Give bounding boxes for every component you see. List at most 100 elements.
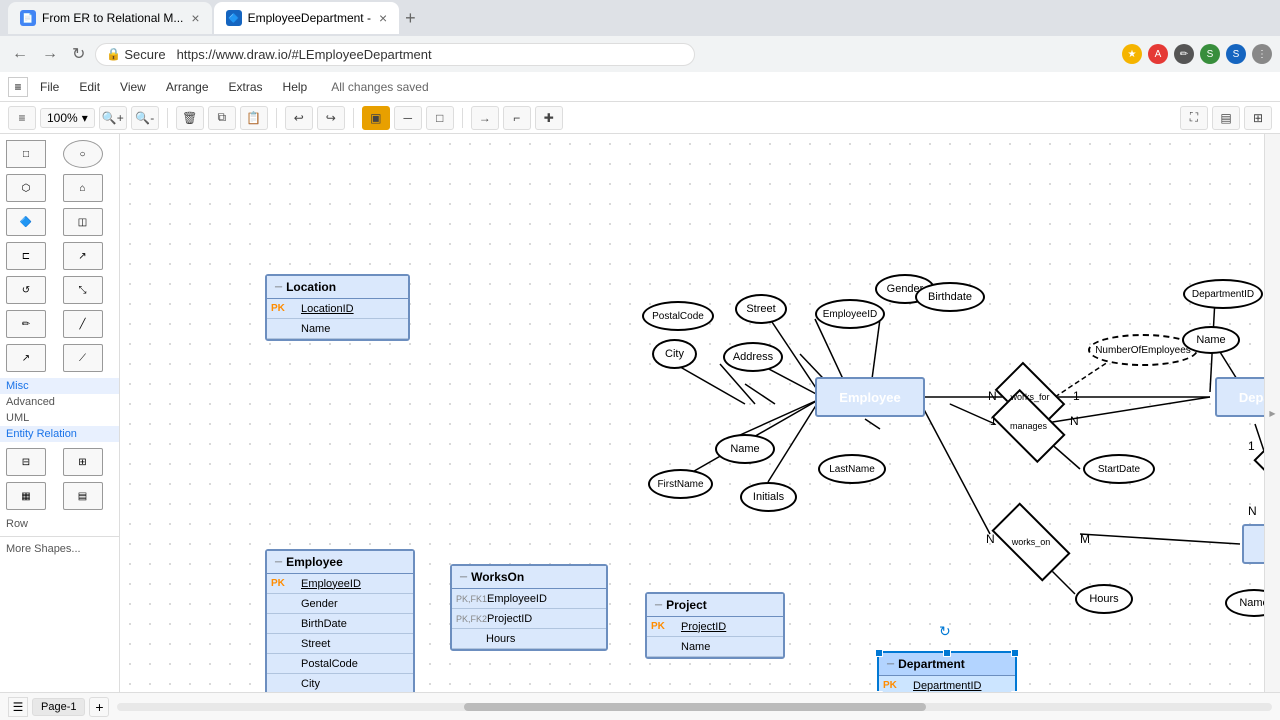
horizontal-scrollbar[interactable]: [117, 703, 1272, 711]
refresh-handle[interactable]: ↻: [939, 623, 951, 640]
sidebar-entity-relation[interactable]: Entity Relation: [0, 426, 119, 442]
departmentid-ellipse[interactable]: DepartmentID: [1183, 279, 1263, 309]
sidebar-misc[interactable]: Misc: [0, 378, 119, 394]
format-btn[interactable]: ⊞: [1244, 106, 1272, 130]
sidebar-uml[interactable]: UML: [0, 410, 119, 426]
street-ellipse[interactable]: Street: [735, 294, 787, 324]
shape-icon-11[interactable]: ✏: [6, 310, 46, 338]
zoom-out-btn[interactable]: 🔍-: [131, 106, 159, 130]
shape-icon-4[interactable]: ⌂: [63, 174, 103, 202]
department-table[interactable]: ↻ » ─ Department PK DepartmentID Name FK: [877, 651, 1017, 692]
paste-btn[interactable]: 📋: [240, 106, 268, 130]
undo-btn[interactable]: ↩: [285, 106, 313, 130]
sidebar-advanced[interactable]: Advanced: [0, 394, 119, 410]
project-minimize-icon[interactable]: ─: [655, 600, 662, 611]
name-ellipse-emp[interactable]: Name: [715, 434, 775, 464]
menu-view[interactable]: View: [112, 76, 154, 98]
ext4-icon[interactable]: S: [1226, 44, 1246, 64]
employeeid-ellipse[interactable]: EmployeeID: [815, 299, 885, 329]
ext3-icon[interactable]: S: [1200, 44, 1220, 64]
fill-color-btn[interactable]: ▣: [362, 106, 390, 130]
shape-icon-14[interactable]: ⟋: [63, 344, 103, 372]
works-on-diamond[interactable]: works_on: [995, 522, 1067, 562]
controls-diamond[interactable]: controls: [1258, 449, 1264, 487]
location-table[interactable]: ─ Location PK LocationID Name: [265, 274, 410, 341]
shape-icon-12[interactable]: ╱: [63, 310, 103, 338]
handle-tr[interactable]: [1011, 649, 1019, 657]
shadow-btn[interactable]: □: [426, 106, 454, 130]
menu-edit[interactable]: Edit: [71, 76, 108, 98]
department-er-entity[interactable]: Department: [1215, 377, 1264, 417]
department-minimize-icon[interactable]: ─: [887, 659, 894, 670]
resize-right-arrow[interactable]: »: [1029, 687, 1037, 693]
tab-employee-dept[interactable]: 🔷 EmployeeDepartment - ×: [214, 2, 400, 34]
hours-ellipse[interactable]: Hours: [1075, 584, 1133, 614]
employee-table[interactable]: ─ Employee PK EmployeeID Gender BirthDat…: [265, 549, 415, 692]
manages-diamond[interactable]: manages: [996, 406, 1061, 446]
employee-minimize-icon[interactable]: ─: [275, 557, 282, 568]
er-shape-4[interactable]: ▤: [63, 482, 103, 510]
canvas[interactable]: ─ Location PK LocationID Name Employee D…: [120, 134, 1264, 692]
menu-help[interactable]: Help: [275, 76, 316, 98]
refresh-button[interactable]: ↻: [68, 40, 89, 68]
panel-toggle-btn[interactable]: ▤: [1212, 106, 1240, 130]
handle-mr[interactable]: [1011, 691, 1019, 693]
lastname-ellipse[interactable]: LastName: [818, 454, 886, 484]
workson-table[interactable]: ─ WorksOn PK,FK1 EmployeeID PK,FK2 Proje…: [450, 564, 608, 651]
sidebar-toggle-btn[interactable]: ≡: [8, 106, 36, 130]
project-er-entity[interactable]: Project: [1242, 524, 1264, 564]
er-shape-1[interactable]: ⊟: [6, 448, 46, 476]
shape-icon-6[interactable]: ◫: [63, 208, 103, 236]
add-page-btn[interactable]: +: [89, 697, 109, 717]
scrollbar-thumb[interactable]: [464, 703, 926, 711]
handle-ml[interactable]: [875, 691, 883, 693]
copy-btn[interactable]: ⧉: [208, 106, 236, 130]
er-shape-3[interactable]: ▦: [6, 482, 46, 510]
name-ellipse-proj[interactable]: Name: [1225, 589, 1264, 617]
connector-btn[interactable]: →: [471, 106, 499, 130]
shape-icon-5[interactable]: 🔷: [6, 208, 46, 236]
workson-minimize-icon[interactable]: ─: [460, 572, 467, 583]
delete-btn[interactable]: 🗑: [176, 106, 204, 130]
line-color-btn[interactable]: ─: [394, 106, 422, 130]
app-logo[interactable]: ≡: [8, 77, 28, 97]
er-shape-2[interactable]: ⊞: [63, 448, 103, 476]
shape-icon-2[interactable]: ○: [63, 140, 103, 168]
menu-extras[interactable]: Extras: [221, 76, 271, 98]
insert-btn[interactable]: ✚: [535, 106, 563, 130]
bookmark-icon[interactable]: ★: [1122, 44, 1142, 64]
zoom-display[interactable]: 100% ▾: [40, 108, 95, 128]
shape-icon-13[interactable]: ↗: [6, 344, 46, 372]
ext2-icon[interactable]: ✏: [1174, 44, 1194, 64]
handle-tl[interactable]: [875, 649, 883, 657]
postalcode-ellipse[interactable]: PostalCode: [642, 301, 714, 331]
shape-icon-8[interactable]: ↗: [63, 242, 103, 270]
page-1-tab[interactable]: Page-1: [32, 698, 85, 716]
new-tab-button[interactable]: +: [405, 8, 416, 29]
startdate-ellipse[interactable]: StartDate: [1083, 454, 1155, 484]
url-bar[interactable]: 🔒 Secure https://www.draw.io/#LEmployeeD…: [95, 43, 695, 66]
shape-icon-3[interactable]: ⬡: [6, 174, 46, 202]
tab-from-er[interactable]: 📄 From ER to Relational M... ×: [8, 2, 212, 34]
shape-icon-10[interactable]: ⤡: [63, 276, 103, 304]
settings-icon[interactable]: ⋮: [1252, 44, 1272, 64]
name-ellipse-dept[interactable]: Name: [1182, 326, 1240, 354]
more-shapes-btn[interactable]: More Shapes...: [0, 541, 119, 557]
shape-icon-1[interactable]: □: [6, 140, 46, 168]
tab-close-employee-dept[interactable]: ×: [379, 10, 387, 26]
waypoint-btn[interactable]: ⌐: [503, 106, 531, 130]
sidebar-row[interactable]: Row: [0, 516, 119, 532]
menu-file[interactable]: File: [32, 76, 67, 98]
address-ellipse[interactable]: Address: [723, 342, 783, 372]
city-ellipse[interactable]: City: [652, 339, 697, 369]
employee-er-entity[interactable]: Employee: [815, 377, 925, 417]
ext1-icon[interactable]: A: [1148, 44, 1168, 64]
initials-ellipse[interactable]: Initials: [740, 482, 797, 512]
shape-icon-9[interactable]: ↺: [6, 276, 46, 304]
shape-icon-7[interactable]: ⊏: [6, 242, 46, 270]
menu-arrange[interactable]: Arrange: [158, 76, 217, 98]
tab-close-from-er[interactable]: ×: [191, 10, 199, 26]
back-button[interactable]: ←: [8, 41, 32, 67]
firstname-ellipse[interactable]: FirstName: [648, 469, 713, 499]
birthdate-ellipse[interactable]: Birthdate: [915, 282, 985, 312]
